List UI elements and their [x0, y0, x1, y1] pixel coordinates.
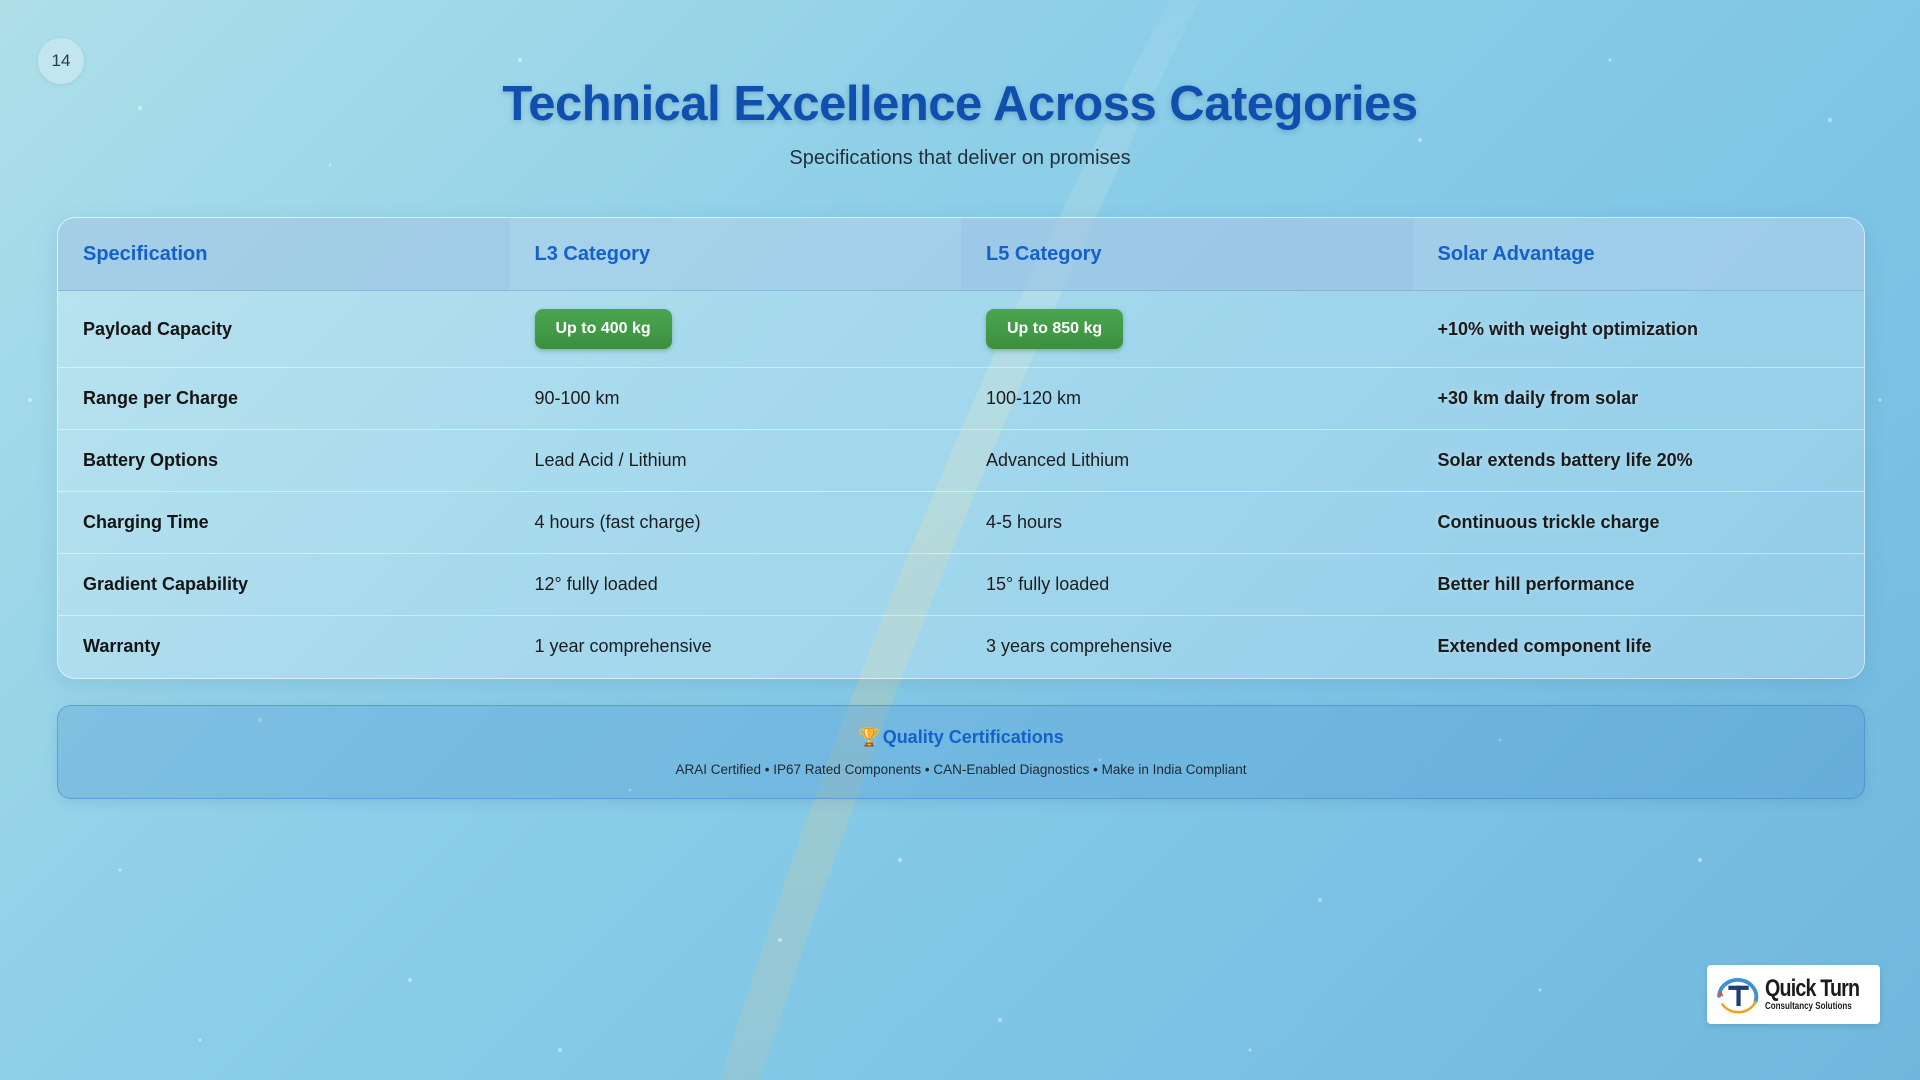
spec-name-cell: Charging Time: [58, 491, 510, 554]
column-header-specification: Specification: [58, 218, 510, 291]
l3-cell: Lead Acid / Lithium: [509, 429, 961, 492]
logo-tagline: Consultancy Solutions: [1765, 1001, 1852, 1012]
l5-cell: 3 years comprehensive: [986, 636, 1173, 656]
l3-cell: Up to 400 kg: [509, 290, 961, 368]
solar-cell: Solar extends battery life 20%: [1412, 429, 1864, 492]
column-header-l5: L5 Category: [961, 218, 1413, 291]
l5-cell: 15° fully loaded: [961, 553, 1413, 616]
l5-cell: Up to 850 kg: [961, 290, 1413, 368]
certifications-panel: 🏆 Quality Certifications ARAI Certified •…: [57, 705, 1865, 799]
page-subtitle: Specifications that deliver on promises: [789, 147, 1131, 169]
certifications-list: ARAI Certified • IP67 Rated Components •…: [675, 762, 1247, 777]
spec-table-card: Specification L3 Category L5 Category So…: [57, 217, 1865, 679]
l3-cell: 90-100 km: [509, 367, 961, 430]
spec-name-cell: Warranty: [83, 636, 161, 656]
solar-cell: Extended component life: [1437, 636, 1652, 656]
certifications-heading: 🏆 Quality Certifications: [58, 727, 1864, 748]
table-row: Payload Capacity Up to 400 kg Up to 850 …: [58, 290, 1864, 368]
l3-cell: 4 hours (fast charge): [509, 491, 961, 554]
l5-cell: Advanced Lithium: [961, 429, 1413, 492]
payload-badge-l3: Up to 400 kg: [534, 309, 672, 349]
payload-badge-l5: Up to 850 kg: [986, 309, 1124, 349]
spec-table: Specification L3 Category L5 Category So…: [58, 218, 1864, 677]
spec-name-cell: Battery Options: [58, 429, 510, 492]
table-row: Warranty 1 year comprehensive 3 years co…: [58, 616, 1864, 678]
table-row: Charging Time 4 hours (fast charge) 4-5 …: [58, 491, 1864, 554]
table-row: Range per Charge 90-100 km 100-120 km +3…: [58, 367, 1864, 430]
quickturn-logo-icon: [1717, 977, 1759, 1013]
trophy-icon: 🏆: [858, 727, 881, 747]
page-title: Technical Excellence Across Categories: [502, 77, 1418, 131]
spec-name-cell: Payload Capacity: [58, 290, 510, 368]
l5-cell: 4-5 hours: [961, 491, 1413, 554]
spec-name-cell: Range per Charge: [58, 367, 510, 430]
l3-cell: 12° fully loaded: [509, 553, 961, 616]
logo-name: Quick Turn: [1765, 975, 1860, 1002]
solar-cell: Continuous trickle charge: [1412, 491, 1864, 554]
table-header-row: Specification L3 Category L5 Category So…: [58, 218, 1864, 291]
company-logo: Quick Turn Consultancy Solutions: [1707, 965, 1880, 1024]
table-row: Battery Options Lead Acid / Lithium Adva…: [58, 429, 1864, 492]
spec-name-cell: Gradient Capability: [58, 553, 510, 616]
l3-cell: 1 year comprehensive: [534, 636, 712, 656]
solar-cell: +10% with weight optimization: [1412, 290, 1864, 368]
l5-cell: 100-120 km: [961, 367, 1413, 430]
solar-cell: +30 km daily from solar: [1412, 367, 1864, 430]
table-row: Gradient Capability 12° fully loaded 15°…: [58, 553, 1864, 616]
column-header-solar: Solar Advantage: [1412, 218, 1864, 291]
column-header-l3: L3 Category: [509, 218, 961, 291]
certifications-title: Quality Certifications: [882, 727, 1064, 747]
solar-cell: Better hill performance: [1412, 553, 1864, 616]
